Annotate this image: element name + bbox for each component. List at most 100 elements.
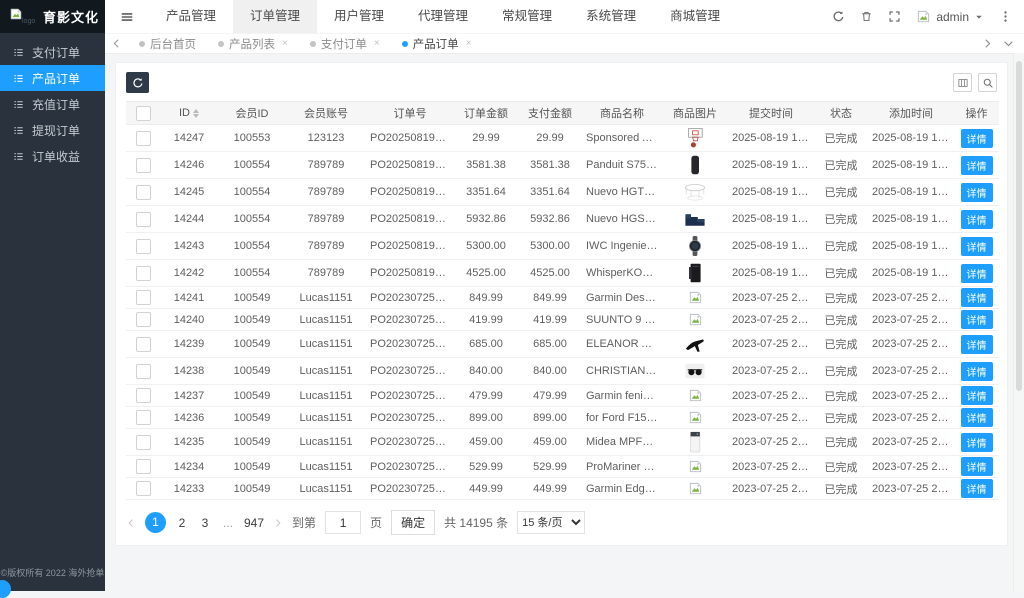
row-checkbox[interactable]: [136, 290, 151, 305]
topnav-item-3[interactable]: 代理管理: [401, 0, 485, 33]
cell-member_id: 100549: [218, 287, 286, 309]
page-2[interactable]: 2: [175, 516, 189, 530]
detail-button[interactable]: 详情: [961, 310, 993, 329]
more-options-button[interactable]: [999, 10, 1012, 23]
header-2: 会员账号: [286, 102, 366, 125]
table-toolbar: [126, 72, 997, 93]
close-tab-icon[interactable]: ×: [466, 38, 472, 49]
detail-button[interactable]: 详情: [961, 386, 993, 405]
fullscreen-button[interactable]: [888, 10, 901, 23]
prev-page-button[interactable]: [126, 518, 136, 528]
cell-image: [662, 260, 728, 287]
row-checkbox[interactable]: [136, 131, 151, 146]
cell-order_no: PO202307252...: [366, 429, 454, 456]
cell-status: 已完成: [814, 179, 868, 206]
row-checkbox[interactable]: [136, 481, 151, 496]
sidebar-item-label: 提现订单: [32, 122, 80, 139]
top-menu: 产品管理订单管理用户管理代理管理常规管理系统管理商城管理: [149, 0, 737, 33]
scrollbar-thumb[interactable]: [1016, 61, 1022, 391]
topnav-item-2[interactable]: 用户管理: [317, 0, 401, 33]
next-page-button[interactable]: [273, 518, 283, 528]
product-image-broken: [688, 290, 703, 305]
detail-button[interactable]: 详情: [961, 183, 993, 202]
row-checkbox[interactable]: [136, 158, 151, 173]
sidebar: logo 育影文化 支付订单产品订单充值订单提现订单订单收益 ©版权所有 202…: [0, 0, 105, 591]
sidebar-item-4[interactable]: 订单收益: [0, 143, 105, 169]
sidebar-toggle-button[interactable]: [105, 0, 149, 33]
confirm-button[interactable]: 确定: [391, 510, 435, 535]
sidebar-item-0[interactable]: 支付订单: [0, 39, 105, 65]
total-count: 共 14195 条: [444, 514, 508, 531]
filter-columns-button[interactable]: [953, 73, 972, 92]
header-7: 商品图片: [662, 102, 728, 125]
detail-button[interactable]: 详情: [961, 362, 993, 381]
cell-status: 已完成: [814, 125, 868, 152]
page-scrollbar[interactable]: [1013, 53, 1024, 591]
row-checkbox[interactable]: [136, 239, 151, 254]
user-menu[interactable]: admin: [916, 9, 984, 24]
page-3[interactable]: 3: [198, 516, 212, 530]
detail-button[interactable]: 详情: [961, 433, 993, 452]
detail-button[interactable]: 详情: [961, 129, 993, 148]
topnav-item-1[interactable]: 订单管理: [233, 0, 317, 33]
row-checkbox[interactable]: [136, 185, 151, 200]
cell-image: [662, 385, 728, 407]
per-page-select[interactable]: 15 条/页: [517, 511, 585, 534]
row-checkbox[interactable]: [136, 337, 151, 352]
table-refresh-button[interactable]: [126, 72, 149, 93]
row-checkbox[interactable]: [136, 212, 151, 227]
row-checkbox[interactable]: [136, 388, 151, 403]
select-all-checkbox[interactable]: [136, 106, 151, 121]
tab-1[interactable]: 产品列表 ×: [207, 34, 299, 53]
row-checkbox[interactable]: [136, 266, 151, 281]
tabs-scroll-right[interactable]: [982, 38, 993, 49]
cell-action: 详情: [954, 309, 999, 331]
columns-icon: [957, 77, 969, 89]
cell-order_amount: 3351.64: [454, 179, 518, 206]
detail-button[interactable]: 详情: [961, 237, 993, 256]
detail-button[interactable]: 详情: [961, 288, 993, 307]
detail-button[interactable]: 详情: [961, 156, 993, 175]
row-checkbox[interactable]: [136, 410, 151, 425]
topnav-item-4[interactable]: 常规管理: [485, 0, 569, 33]
tab-3[interactable]: 产品订单×: [391, 34, 483, 53]
cell-submit-time: 2023-07-25 21:...: [728, 287, 814, 309]
tabs-scroll-left[interactable]: [105, 38, 128, 49]
jump-page-input[interactable]: [325, 511, 361, 534]
sidebar-item-3[interactable]: 提现订单: [0, 117, 105, 143]
clear-cache-button[interactable]: [860, 10, 873, 23]
orders-card: ID会员ID会员账号订单号订单金额支付金额商品名称商品图片提交时间状态添加时间操…: [115, 62, 1008, 546]
topnav-item-0[interactable]: 产品管理: [149, 0, 233, 33]
header-8: 提交时间: [728, 102, 814, 125]
page-1[interactable]: 1: [145, 512, 166, 533]
row-checkbox[interactable]: [136, 435, 151, 450]
detail-button[interactable]: 详情: [961, 479, 993, 498]
topnav-item-6[interactable]: 商城管理: [653, 0, 737, 33]
tab-label: 产品列表: [229, 36, 275, 52]
detail-button[interactable]: 详情: [961, 210, 993, 229]
cell-product: IWC Ingenieur I...: [582, 233, 662, 260]
sort-control[interactable]: [193, 109, 199, 118]
tab-0[interactable]: 后台首页: [128, 34, 207, 53]
detail-button[interactable]: 详情: [961, 408, 993, 427]
sidebar-item-label: 充值订单: [32, 96, 80, 113]
detail-button[interactable]: 详情: [961, 264, 993, 283]
refresh-button[interactable]: [832, 10, 845, 23]
close-tab-icon[interactable]: ×: [374, 38, 380, 49]
detail-button[interactable]: 详情: [961, 335, 993, 354]
sidebar-item-2[interactable]: 充值订单: [0, 91, 105, 117]
tabs-menu-button[interactable]: [1003, 38, 1014, 49]
corner-float-button[interactable]: [0, 580, 11, 598]
tab-2[interactable]: 支付订单×: [299, 34, 391, 53]
detail-button[interactable]: 详情: [961, 457, 993, 476]
close-tab-icon[interactable]: ×: [282, 38, 288, 49]
cell-order_no: PO202508191...: [366, 233, 454, 260]
sidebar-item-1[interactable]: 产品订单: [0, 65, 105, 91]
row-checkbox[interactable]: [136, 312, 151, 327]
topnav-item-5[interactable]: 系统管理: [569, 0, 653, 33]
table-search-button[interactable]: [978, 73, 997, 92]
sidebar-menu: 支付订单产品订单充值订单提现订单订单收益: [0, 39, 105, 169]
row-checkbox[interactable]: [136, 459, 151, 474]
page-947[interactable]: 947: [244, 516, 264, 530]
row-checkbox[interactable]: [136, 364, 151, 379]
